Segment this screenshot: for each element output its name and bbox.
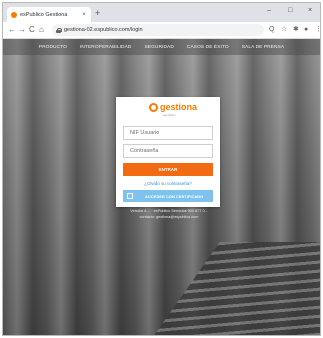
nav-producto[interactable]: PRODUCTO xyxy=(39,45,67,50)
enter-button[interactable]: ENTRAR xyxy=(123,163,213,176)
reload-icon[interactable]: C xyxy=(29,25,35,35)
home-icon[interactable]: ⌂ xyxy=(39,25,44,35)
url-text: gestiona-02.espublico.com/login xyxy=(64,27,143,33)
logo-subtitle: espublico xyxy=(163,113,176,117)
footer-line-2: contacto: gestiona@espublico.com xyxy=(139,214,199,219)
minimize-button[interactable]: – xyxy=(267,6,271,16)
star-icon[interactable]: ☆ xyxy=(281,25,287,35)
certificate-login-button[interactable]: ACCEDER CON CERTIFICADO xyxy=(123,190,213,202)
extensions-icon[interactable]: ✱ xyxy=(293,25,299,35)
forward-icon[interactable]: → xyxy=(18,25,26,35)
lock-icon xyxy=(56,27,62,33)
page-footer: Versión 4.... · esPublico Servicios 900 … xyxy=(111,209,227,220)
user-nif-input[interactable] xyxy=(123,126,213,140)
address-bar[interactable]: gestiona-02.espublico.com/login xyxy=(52,24,264,36)
tab-title: esPublico Gestiona xyxy=(20,11,68,18)
search-icon[interactable]: Q xyxy=(269,25,274,35)
new-tab-button[interactable]: + xyxy=(95,8,100,18)
tab-strip: esPublico Gestiona × + – □ × xyxy=(3,3,320,22)
browser-window: esPublico Gestiona × + – □ × ← → C ⌂ ges… xyxy=(2,2,321,336)
back-icon[interactable]: ← xyxy=(8,25,16,35)
background-floor xyxy=(153,242,320,335)
forgot-password-link[interactable]: ¿Olvidó su contraseña? xyxy=(116,181,220,186)
nav-sala-de-prensa[interactable]: SALA DE PRENSA xyxy=(242,45,284,50)
tab-espublico-gestiona[interactable]: esPublico Gestiona × xyxy=(7,7,91,22)
menu-icon[interactable]: ⋮ xyxy=(315,25,320,35)
logo-icon xyxy=(149,103,158,112)
tab-close-icon[interactable]: × xyxy=(81,12,87,18)
login-card: gestiona espublico ENTRAR ¿Olvidó su con… xyxy=(116,97,220,207)
nav-seguridad[interactable]: SEGURIDAD xyxy=(144,45,173,50)
logo-text: gestiona xyxy=(160,102,198,112)
gestiona-logo: gestiona xyxy=(149,103,197,112)
certificate-button-label: ACCEDER CON CERTIFICADO xyxy=(145,193,204,199)
certificate-icon xyxy=(127,193,133,199)
maximize-button[interactable]: □ xyxy=(288,6,292,16)
browser-toolbar: ← → C ⌂ gestiona-02.espublico.com/login … xyxy=(3,22,320,39)
close-window-button[interactable]: × xyxy=(308,6,312,16)
password-input[interactable] xyxy=(123,144,213,158)
favicon-icon xyxy=(11,11,17,18)
profile-icon[interactable]: ● xyxy=(304,25,308,35)
nav-casos-de-exito[interactable]: CASOS DE ÉXITO xyxy=(187,45,229,50)
nav-interoperabilidad[interactable]: INTEROPERABILIDAD xyxy=(80,45,132,50)
site-nav: PRODUCTO INTEROPERABILIDAD SEGURIDAD CAS… xyxy=(3,39,320,55)
login-page: PRODUCTO INTEROPERABILIDAD SEGURIDAD CAS… xyxy=(3,39,320,335)
